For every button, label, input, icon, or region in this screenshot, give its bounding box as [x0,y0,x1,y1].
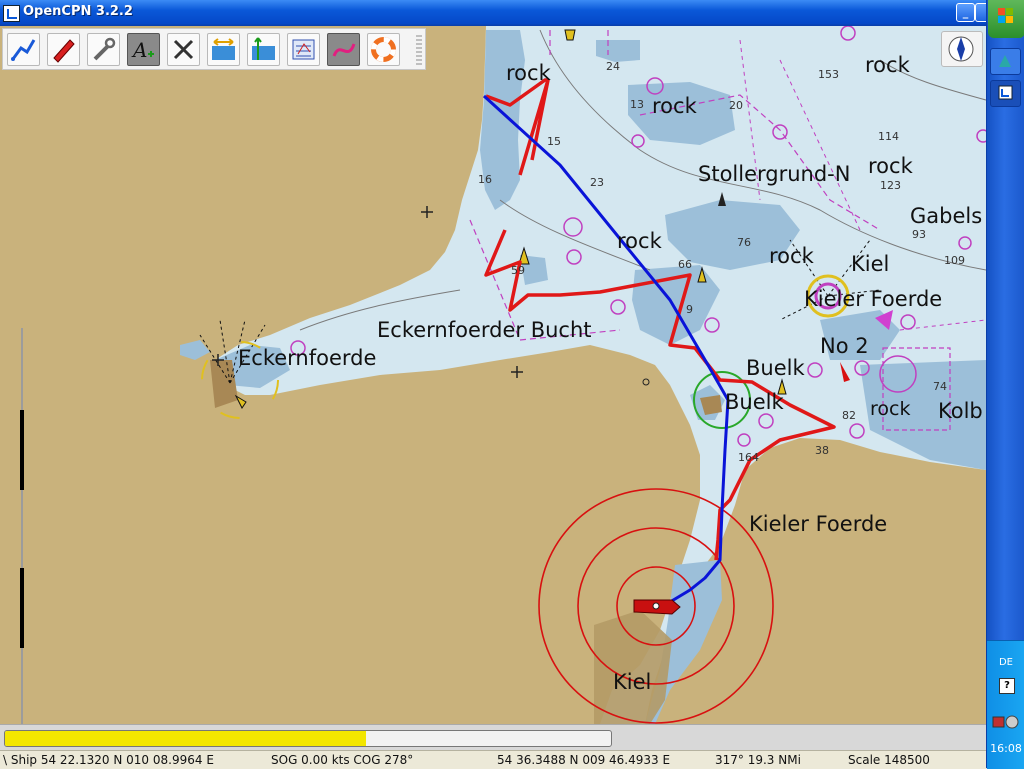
app-task-icon [999,55,1011,67]
opencpn-task-icon [998,85,1013,100]
taskbar: DE ? 16:08 [986,0,1024,769]
chart-icon [292,39,315,60]
place-label: Eckernfoerder Bucht [377,318,592,342]
light-toggle-icon [173,39,194,60]
route-button[interactable] [7,33,40,66]
chart-options-button[interactable] [287,33,320,66]
clock: 16:08 [990,742,1022,755]
depth-sounding: 24 [606,60,620,73]
place-label: Kolb [938,399,983,423]
chart-scale: Scale 148500 [848,753,930,767]
minimize-button[interactable]: _ [956,3,975,22]
depth-sounding: 123 [880,179,901,192]
place-label: No 2 [820,334,869,358]
depth-sounding: 109 [944,254,965,267]
place-label: Eckernfoerde [238,346,377,370]
depth-sounding: 23 [590,176,604,189]
depth-sounding: 114 [878,130,899,143]
track-button[interactable] [327,33,360,66]
status-bar: \ Ship 54 22.1320 N 010 08.9964 E SOG 0.… [0,750,986,769]
taskbar-item-opencpn[interactable] [990,80,1021,107]
windows-logo-icon [998,8,1013,23]
depth-sounding: 76 [737,236,751,249]
lifebuoy-icon [371,37,396,62]
help-icon[interactable]: ? [999,678,1015,694]
text-toggle-button[interactable]: A [127,33,160,66]
settings-button[interactable] [87,33,120,66]
shoal-label: Stollergrund-N [698,162,851,186]
depth-sounding: 153 [818,68,839,81]
toolbar-grip[interactable] [416,35,422,65]
nautical-chart [0,26,986,724]
chart-scale-bar [20,328,24,724]
text-toggle-icon: A [131,38,154,62]
window-title-bar[interactable]: OpenCPN 3.2.2 _ [0,0,989,26]
depth-sounding: 82 [842,409,856,422]
route-icon [11,39,36,61]
compass-icon [948,36,974,62]
svg-text:A: A [131,38,147,62]
language-indicator[interactable]: DE [987,657,1024,668]
ship-position: \ Ship 54 22.1320 N 010 08.9964 E [3,753,214,767]
own-ship-marker [633,599,681,615]
place-label: Buelk [746,356,805,380]
chart-canvas[interactable]: rock rock rock rock rock rock rock Stoll… [0,26,986,724]
place-label: Kiel [613,670,652,694]
taskbar-item-1[interactable] [990,48,1021,75]
window-title: OpenCPN 3.2.2 [23,4,133,19]
chart-bar [0,724,986,751]
depth-sounding: 164 [738,451,759,464]
progress-bar[interactable] [4,730,612,747]
depth-sounding: 20 [729,99,743,112]
depth-sounding: 59 [511,264,525,277]
rock-label: rock [506,61,551,85]
progress-fill [5,731,366,746]
depth-sounding: 74 [933,380,947,393]
app-icon [3,5,20,22]
compass-button[interactable] [941,31,983,67]
place-label: Kieler Foerde [749,512,888,536]
system-tray: DE ? 16:08 [987,640,1024,769]
cursor-position: 54 36.3488 N 009 46.4933 E [497,753,671,767]
bearing-distance: 317° 19.3 NMi [715,753,801,767]
depth-sounding: 16 [478,173,492,186]
zoom-vertical-icon [252,37,275,60]
network-tray-icon[interactable] [991,713,1021,733]
ship-icon [53,39,75,63]
place-label: Buelk [725,390,784,414]
ship-follow-button[interactable] [47,33,80,66]
main-toolbar: A [2,28,426,70]
rock-label: rock [652,94,697,118]
sog-cog: SOG 0.00 kts COG 278° [271,753,414,767]
start-button[interactable] [988,0,1024,38]
depth-sounding: 15 [547,135,561,148]
settings-wrench-icon [93,37,116,61]
depth-sounding: 93 [912,228,926,241]
rock-label: rock [868,154,913,178]
mob-button[interactable] [367,33,400,66]
rock-label: rock [870,398,911,420]
rock-label: rock [865,53,910,77]
track-icon [332,43,356,57]
place-label: Kiel [851,252,890,276]
place-label: Kieler Foerde [804,287,943,311]
depth-sounding: 13 [630,98,644,111]
zoom-horizontal-icon [212,38,235,60]
light-toggle-button[interactable] [167,33,200,66]
zoom-out-button[interactable] [247,33,280,66]
rock-label: rock [769,244,814,268]
zoom-in-button[interactable] [207,33,240,66]
place-label: Gabels [910,204,983,228]
depth-sounding: 66 [678,258,692,271]
depth-sounding: 9 [686,303,693,316]
depth-sounding: 38 [815,444,829,457]
rock-label: rock [617,229,662,253]
